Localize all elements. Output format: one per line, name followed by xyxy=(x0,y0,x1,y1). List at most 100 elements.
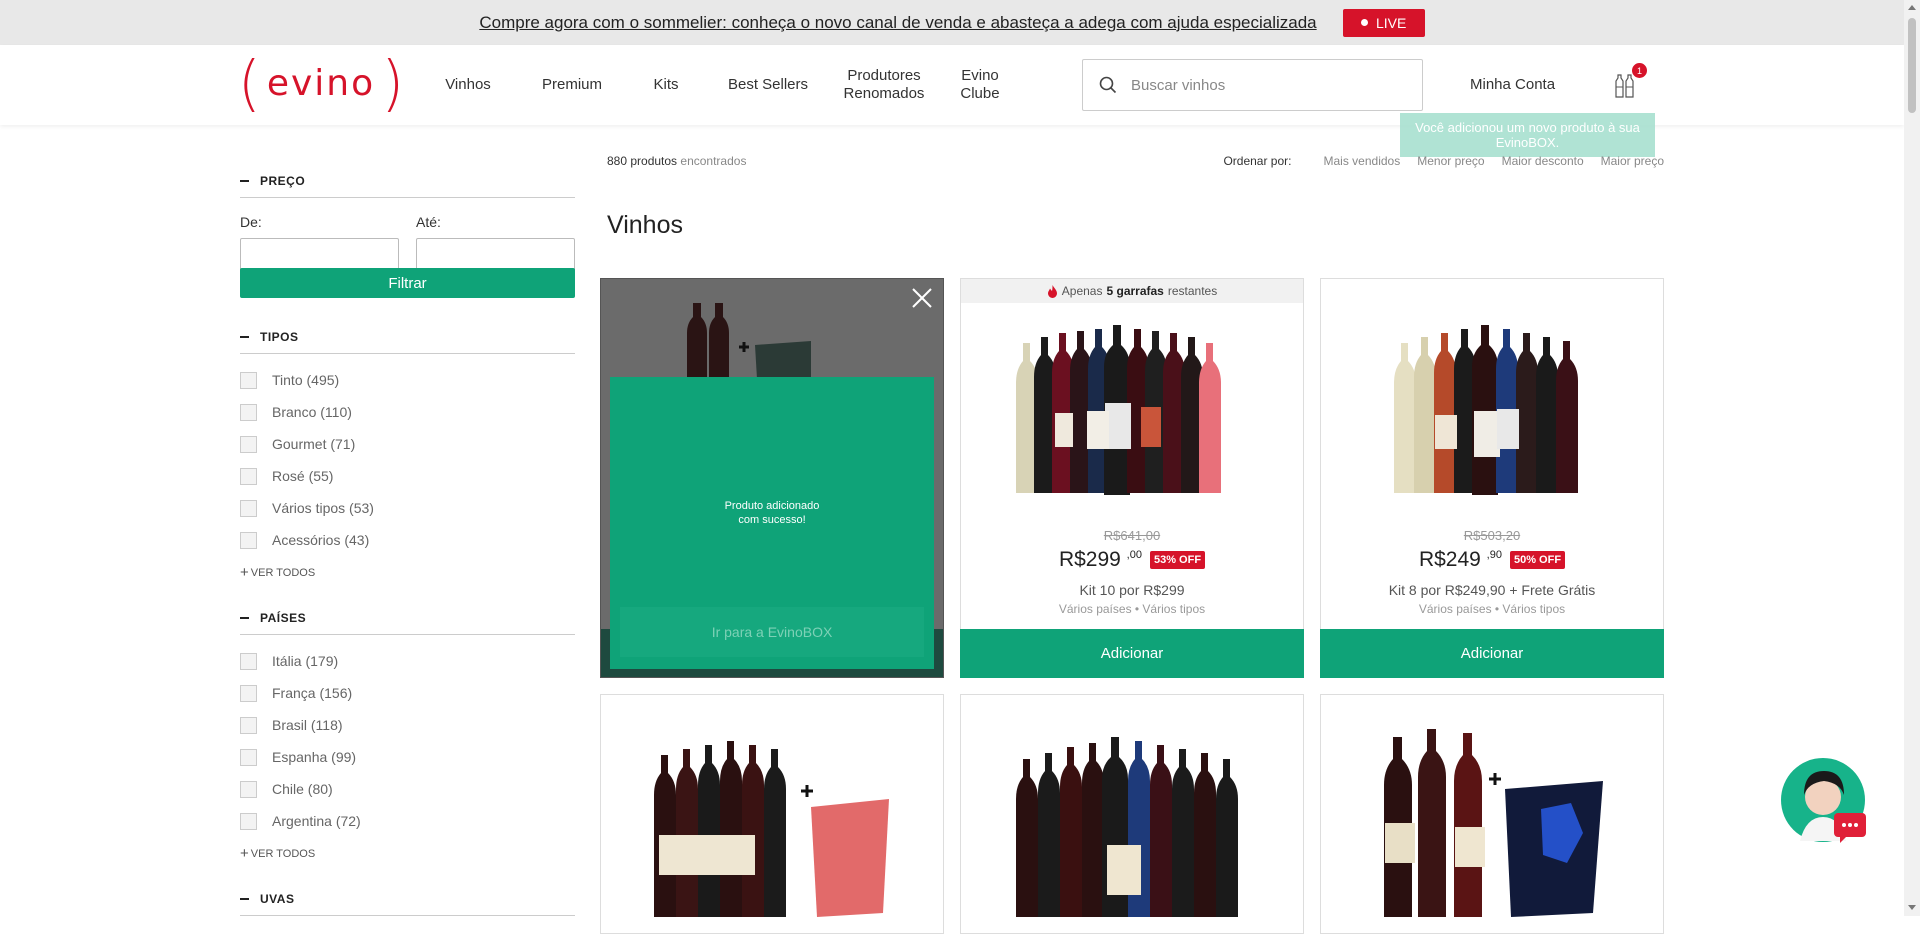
checkbox[interactable] xyxy=(240,812,257,830)
collapse-icon xyxy=(240,335,249,338)
scrollbar-thumb[interactable] xyxy=(1908,18,1916,113)
country-option[interactable]: Argentina (72) xyxy=(240,805,575,837)
checkbox[interactable] xyxy=(240,684,257,702)
go-to-evinobox-button[interactable]: Ir para a EvinoBOX xyxy=(620,607,924,657)
filter-title-types[interactable]: TIPOS xyxy=(240,326,575,354)
discount-badge: 50% OFF xyxy=(1509,551,1566,569)
checkbox[interactable] xyxy=(240,780,257,798)
current-price: R$299 ,00 xyxy=(1058,548,1142,571)
account-link[interactable]: Minha Conta xyxy=(1470,76,1555,93)
sort-label: Ordenar por: xyxy=(1223,154,1292,168)
sort-lowest-price[interactable]: Menor preço xyxy=(1417,154,1484,168)
checkbox[interactable] xyxy=(240,467,257,485)
search-box[interactable] xyxy=(1082,59,1423,111)
type-option[interactable]: Branco (110) xyxy=(240,396,575,428)
filter-title-grapes[interactable]: UVAS xyxy=(240,888,575,916)
product-card[interactable] xyxy=(960,694,1304,934)
checkbox[interactable] xyxy=(240,748,257,766)
product-card[interactable]: R$503,20 R$249 ,90 50% OFF Kit 8 por R$2… xyxy=(1320,278,1664,678)
nav-evino-clube[interactable]: Evino Clube xyxy=(950,67,1010,103)
results-bar: 880 produtos encontrados Ordenar por: Ma… xyxy=(607,154,1664,168)
kit-description: Kit 8 por R$249,90 + Frete Grátis xyxy=(1388,582,1596,598)
chat-widget[interactable] xyxy=(1780,757,1870,847)
results-count: 880 produtos encontrados xyxy=(607,154,747,168)
country-option[interactable]: França (156) xyxy=(240,677,575,709)
price-range: De: Até: xyxy=(240,214,575,274)
type-option[interactable]: Tinto (495) xyxy=(240,364,575,396)
live-button[interactable]: LIVE xyxy=(1342,8,1425,37)
filter-title-countries[interactable]: PAÍSES xyxy=(240,607,575,635)
country-option[interactable]: Brasil (118) xyxy=(240,709,575,741)
filter-title-price[interactable]: PREÇO xyxy=(240,170,575,198)
price-from-label: De: xyxy=(240,214,262,230)
search-input[interactable] xyxy=(1131,76,1391,94)
success-message: Produto adicionado com sucesso! xyxy=(724,500,820,526)
scroll-down-icon[interactable] xyxy=(1908,905,1916,910)
add-to-cart-button[interactable]: Adicionar xyxy=(960,629,1304,678)
stock-notice: Apenas 5 garrafas restantes xyxy=(961,279,1303,303)
type-option[interactable]: Acessórios (43) xyxy=(240,524,575,556)
collapse-icon xyxy=(240,897,249,900)
sort-highest-discount[interactable]: Maior desconto xyxy=(1502,154,1584,168)
product-meta: Vários países • Vários tipos xyxy=(1418,602,1566,616)
current-price: R$249 ,90 xyxy=(1418,548,1502,571)
old-price: R$641,00 xyxy=(1103,528,1161,543)
country-option[interactable]: Itália (179) xyxy=(240,645,575,677)
cart-button[interactable]: 1 xyxy=(1614,63,1647,99)
kit-description: Kit 10 por R$299 xyxy=(1079,582,1185,598)
discount-badge: 53% OFF xyxy=(1149,551,1206,569)
promo-bar: Compre agora com o sommelier: conheça o … xyxy=(0,0,1904,45)
page-title: Vinhos xyxy=(607,211,683,239)
live-dot-icon xyxy=(1360,19,1368,26)
filter-button[interactable]: Filtrar xyxy=(240,268,575,298)
fire-icon xyxy=(1047,284,1057,298)
product-card[interactable]: Apenas 5 garrafas restantes R$641,00 R$2… xyxy=(960,278,1304,678)
plus-icon: + xyxy=(240,564,249,581)
type-option[interactable]: Vários tipos (53) xyxy=(240,492,575,524)
logo-word: evino xyxy=(266,62,376,104)
nav-vinhos[interactable]: Vinhos xyxy=(430,76,506,94)
wine-kit-image xyxy=(654,741,889,917)
checkbox[interactable] xyxy=(240,652,257,670)
type-option[interactable]: Gourmet (71) xyxy=(240,428,575,460)
live-label: LIVE xyxy=(1375,14,1407,31)
cart-count-badge: 1 xyxy=(1632,63,1647,78)
plus-icon: + xyxy=(240,845,249,862)
checkbox[interactable] xyxy=(240,403,257,421)
close-icon[interactable] xyxy=(909,285,935,311)
checkbox[interactable] xyxy=(240,716,257,734)
nav-produtores-renomados[interactable]: Produtores Renomados xyxy=(834,67,934,103)
nav-premium[interactable]: Premium xyxy=(534,76,610,94)
promo-link[interactable]: Compre agora com o sommelier: conheça o … xyxy=(479,13,1316,33)
countries-see-all[interactable]: + VER TODOS xyxy=(240,845,575,862)
product-card[interactable] xyxy=(600,694,944,934)
wine-kit-image xyxy=(1016,737,1238,917)
checkbox[interactable] xyxy=(240,435,257,453)
nav-best-sellers[interactable]: Best Sellers xyxy=(720,76,816,94)
old-price: R$503,20 xyxy=(1463,528,1521,543)
checkbox[interactable] xyxy=(240,531,257,549)
types-see-all[interactable]: + VER TODOS xyxy=(240,564,575,581)
country-option[interactable]: Espanha (99) xyxy=(240,741,575,773)
product-meta: Vários países • Vários tipos xyxy=(1058,602,1206,616)
price-line: R$249 ,90 50% OFF xyxy=(1321,548,1663,572)
sort-highest-price[interactable]: Maior preço xyxy=(1601,154,1664,168)
country-option[interactable]: Chile (80) xyxy=(240,773,575,805)
checkbox[interactable] xyxy=(240,371,257,389)
nav-kits[interactable]: Kits xyxy=(636,76,696,94)
price-to-label: Até: xyxy=(416,214,441,230)
sommelier-avatar-icon xyxy=(1781,758,1866,843)
wine-kit-image xyxy=(687,303,811,379)
product-card[interactable] xyxy=(1320,694,1664,934)
collapse-icon xyxy=(240,179,249,182)
checkbox[interactable] xyxy=(240,499,257,517)
countries-list: Itália (179) França (156) Brasil (118) E… xyxy=(240,645,575,837)
evino-logo[interactable]: ( evino ) xyxy=(238,53,404,114)
add-to-cart-button[interactable]: Adicionar xyxy=(1320,629,1664,678)
type-option[interactable]: Rosé (55) xyxy=(240,460,575,492)
page-scrollbar[interactable] xyxy=(1904,0,1920,916)
sort-best-sellers[interactable]: Mais vendidos xyxy=(1324,154,1401,168)
price-line: R$299 ,00 53% OFF xyxy=(961,548,1303,572)
wine-kit-image xyxy=(1384,729,1603,917)
scroll-up-icon[interactable] xyxy=(1908,5,1916,10)
